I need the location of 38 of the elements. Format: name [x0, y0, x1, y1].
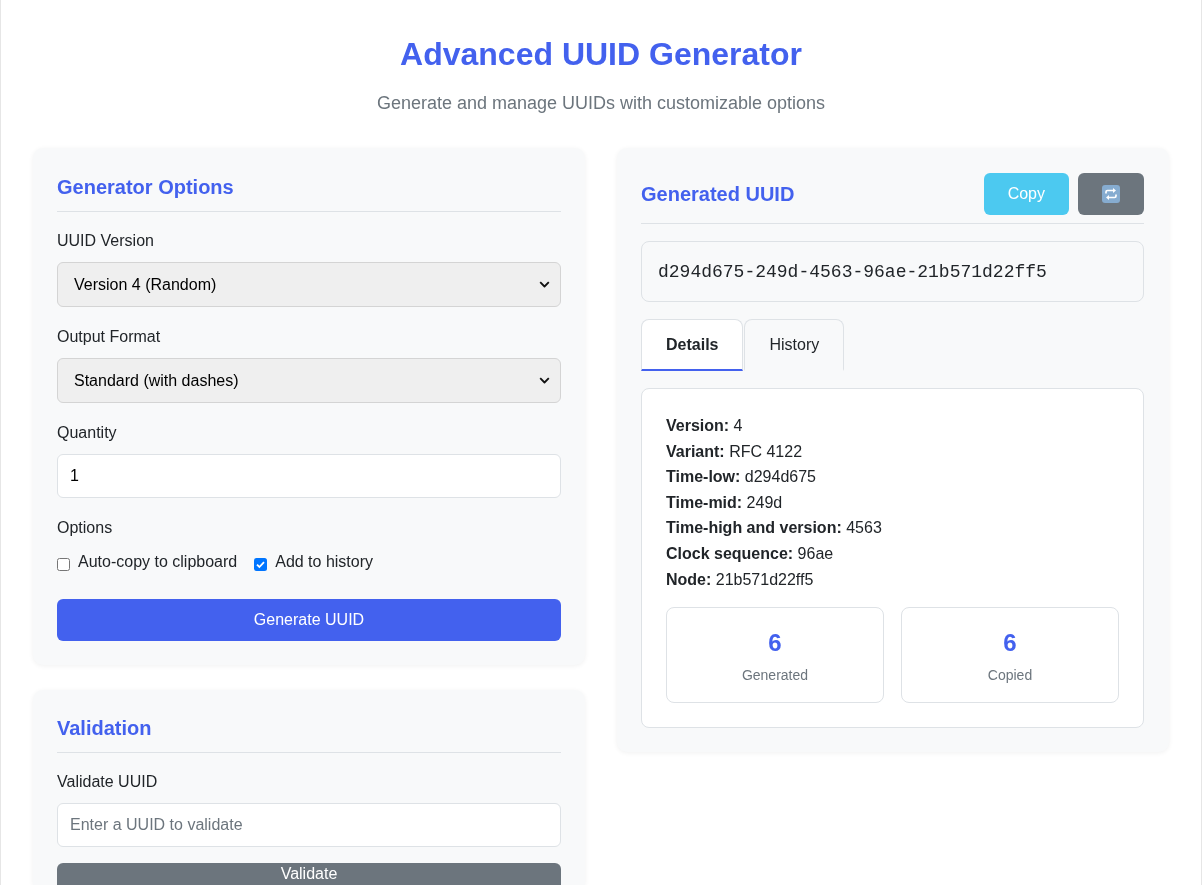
tab[interactable]: History [744, 319, 845, 371]
field-label: UUID Version [57, 231, 154, 251]
generate-button[interactable]: Generate UUID [57, 599, 561, 641]
select-field[interactable]: Standard (with dashes) [57, 358, 561, 403]
stat-value: 6 [1003, 628, 1017, 658]
stat-label: Copied [987, 667, 1033, 685]
stat-label: Generated [741, 667, 809, 685]
page-title: Advanced UUID Generator [400, 35, 802, 74]
field-label: Quantity [57, 423, 117, 443]
panel-title: Validation [57, 716, 152, 740]
select-field[interactable]: Version 4 (Random) [57, 262, 561, 307]
chevron-down-icon [539, 281, 550, 288]
input-field[interactable]: Enter a UUID to validate [57, 803, 561, 847]
detail-line: Variant: RFC 4122 [666, 441, 803, 462]
field-label: Output Format [57, 327, 161, 347]
detail-line: Time-high and version: 4563 [666, 518, 882, 539]
detail-line: Clock sequence: 96ae [666, 543, 834, 564]
panel-title: Generated UUID [641, 182, 795, 206]
checkbox[interactable] [57, 557, 70, 571]
refresh-icon [1102, 185, 1120, 203]
input-field[interactable]: 1 [57, 454, 561, 498]
refresh-button[interactable] [1078, 173, 1144, 215]
chevron-down-icon [539, 377, 550, 384]
field-label: Validate UUID [57, 772, 158, 792]
detail-line: Node: 21b571d22ff5 [666, 569, 814, 590]
checkbox-label[interactable]: Auto-copy to clipboard [78, 552, 238, 572]
checkbox[interactable] [254, 557, 268, 571]
uuid-text: d294d675-249d-4563-96ae-21b571d22ff5 [658, 261, 1047, 282]
checkbox-label[interactable]: Add to history [275, 552, 374, 572]
validate-button[interactable]: Validate [57, 863, 561, 885]
detail-line: Time-low: d294d675 [666, 467, 816, 488]
detail-line: Version: 4 [666, 416, 743, 436]
detail-line: Time-mid: 249d [666, 492, 783, 513]
stat-value: 6 [768, 628, 782, 658]
field-label: Options [57, 518, 113, 538]
panel-title: Generator Options [57, 175, 234, 199]
page-subtitle: Generate and manage UUIDs with customizable options [376, 92, 826, 114]
tab[interactable]: Details [641, 319, 744, 371]
